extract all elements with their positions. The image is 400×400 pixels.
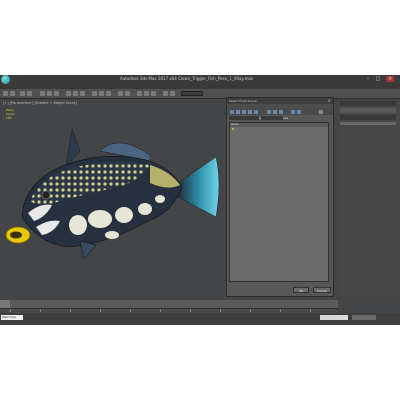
command-panel <box>338 99 400 297</box>
rotate-icon[interactable] <box>73 91 78 96</box>
region-select-icon[interactable] <box>54 91 59 96</box>
redo-icon[interactable] <box>10 91 15 96</box>
cancel-button[interactable]: Cancel <box>313 287 331 293</box>
scene-object-list[interactable]: Name <box>229 122 329 282</box>
move-icon[interactable] <box>66 91 71 96</box>
panel-divider <box>340 122 396 125</box>
fish-model[interactable] <box>0 121 224 271</box>
perspective-viewport[interactable]: [+] [Perspective] [Shaded + Edged Faces]… <box>0 99 224 297</box>
tick <box>10 309 11 312</box>
select-all-icon[interactable] <box>267 110 271 114</box>
find-field[interactable] <box>229 116 259 120</box>
options-icon[interactable] <box>319 110 323 114</box>
filter-shapes-icon[interactable] <box>236 110 240 114</box>
tick <box>130 309 131 312</box>
app-logo-icon[interactable] <box>1 75 10 84</box>
time-slider[interactable] <box>0 300 338 308</box>
status-bar: Welcome <box>0 313 400 325</box>
window-title: Autodesk 3ds Max 2017 x64 Clown_Trigger_… <box>120 76 254 81</box>
tick <box>250 309 251 312</box>
tick <box>220 309 221 312</box>
tick <box>40 309 41 312</box>
ok-button[interactable]: OK <box>293 287 309 293</box>
main-toolbar <box>0 89 400 99</box>
tick <box>280 309 281 312</box>
hierarchy-icon[interactable] <box>291 110 295 114</box>
object-icon <box>232 128 234 130</box>
stat-line: FPS: <box>6 116 13 120</box>
minimize-button[interactable]: – <box>364 76 372 82</box>
selection-set-dropdown[interactable] <box>181 91 203 96</box>
select-invert-icon[interactable] <box>279 110 283 114</box>
render-icon[interactable] <box>170 91 175 96</box>
tick <box>310 309 311 312</box>
tick <box>70 309 71 312</box>
unlink-icon[interactable] <box>27 91 32 96</box>
maximize-button[interactable]: □ <box>374 76 382 82</box>
align-icon[interactable] <box>125 91 130 96</box>
select-icon[interactable] <box>40 91 45 96</box>
time-slider-thumb[interactable] <box>0 300 10 308</box>
filter-helpers-icon[interactable] <box>254 110 258 114</box>
key-mode-dropdown[interactable] <box>320 315 348 320</box>
snap-icon[interactable] <box>92 91 97 96</box>
panel-row[interactable] <box>340 115 396 120</box>
filter-lights-icon[interactable] <box>242 110 246 114</box>
dialog-toolbar <box>227 109 333 115</box>
undo-icon[interactable] <box>3 91 8 96</box>
panel-tabs[interactable] <box>340 101 396 106</box>
list-item[interactable] <box>230 128 328 132</box>
tick <box>100 309 101 312</box>
select-none-icon[interactable] <box>273 110 277 114</box>
curve-editor-icon[interactable] <box>137 91 142 96</box>
mirror-icon[interactable] <box>118 91 123 96</box>
app-window: Autodesk 3ds Max 2017 x64 Clown_Trigger_… <box>0 75 400 325</box>
selection-set-field[interactable] <box>261 116 283 120</box>
percent-snap-icon[interactable] <box>106 91 111 96</box>
filter-geometry-icon[interactable] <box>230 110 234 114</box>
layer-icon[interactable] <box>297 110 301 114</box>
link-icon[interactable] <box>20 91 25 96</box>
title-bar: Autodesk 3ds Max 2017 x64 Clown_Trigger_… <box>0 75 400 84</box>
tail-fin <box>177 156 220 218</box>
tick <box>190 309 191 312</box>
fish-eye <box>41 190 51 200</box>
render-setup-icon[interactable] <box>163 91 168 96</box>
filter-cameras-icon[interactable] <box>248 110 252 114</box>
material-editor-icon[interactable] <box>151 91 156 96</box>
scale-icon[interactable] <box>80 91 85 96</box>
list-header-name[interactable]: Name <box>230 123 328 127</box>
angle-snap-icon[interactable] <box>99 91 104 96</box>
viewport-label[interactable]: [+] [Perspective] [Shaded + Edged Faces] <box>3 101 77 105</box>
tick <box>160 309 161 312</box>
select-from-scene-dialog: Select From Scene × Select Display Custo… <box>226 97 334 297</box>
set-key-button[interactable] <box>352 315 376 320</box>
viewport-stats: Polys: Verts: FPS: <box>6 108 15 120</box>
schematic-icon[interactable] <box>144 91 149 96</box>
close-button[interactable]: × <box>386 76 394 82</box>
maxscript-listener[interactable]: Welcome <box>1 315 23 320</box>
select-by-name-icon[interactable] <box>47 91 52 96</box>
panel-row[interactable] <box>340 108 396 113</box>
